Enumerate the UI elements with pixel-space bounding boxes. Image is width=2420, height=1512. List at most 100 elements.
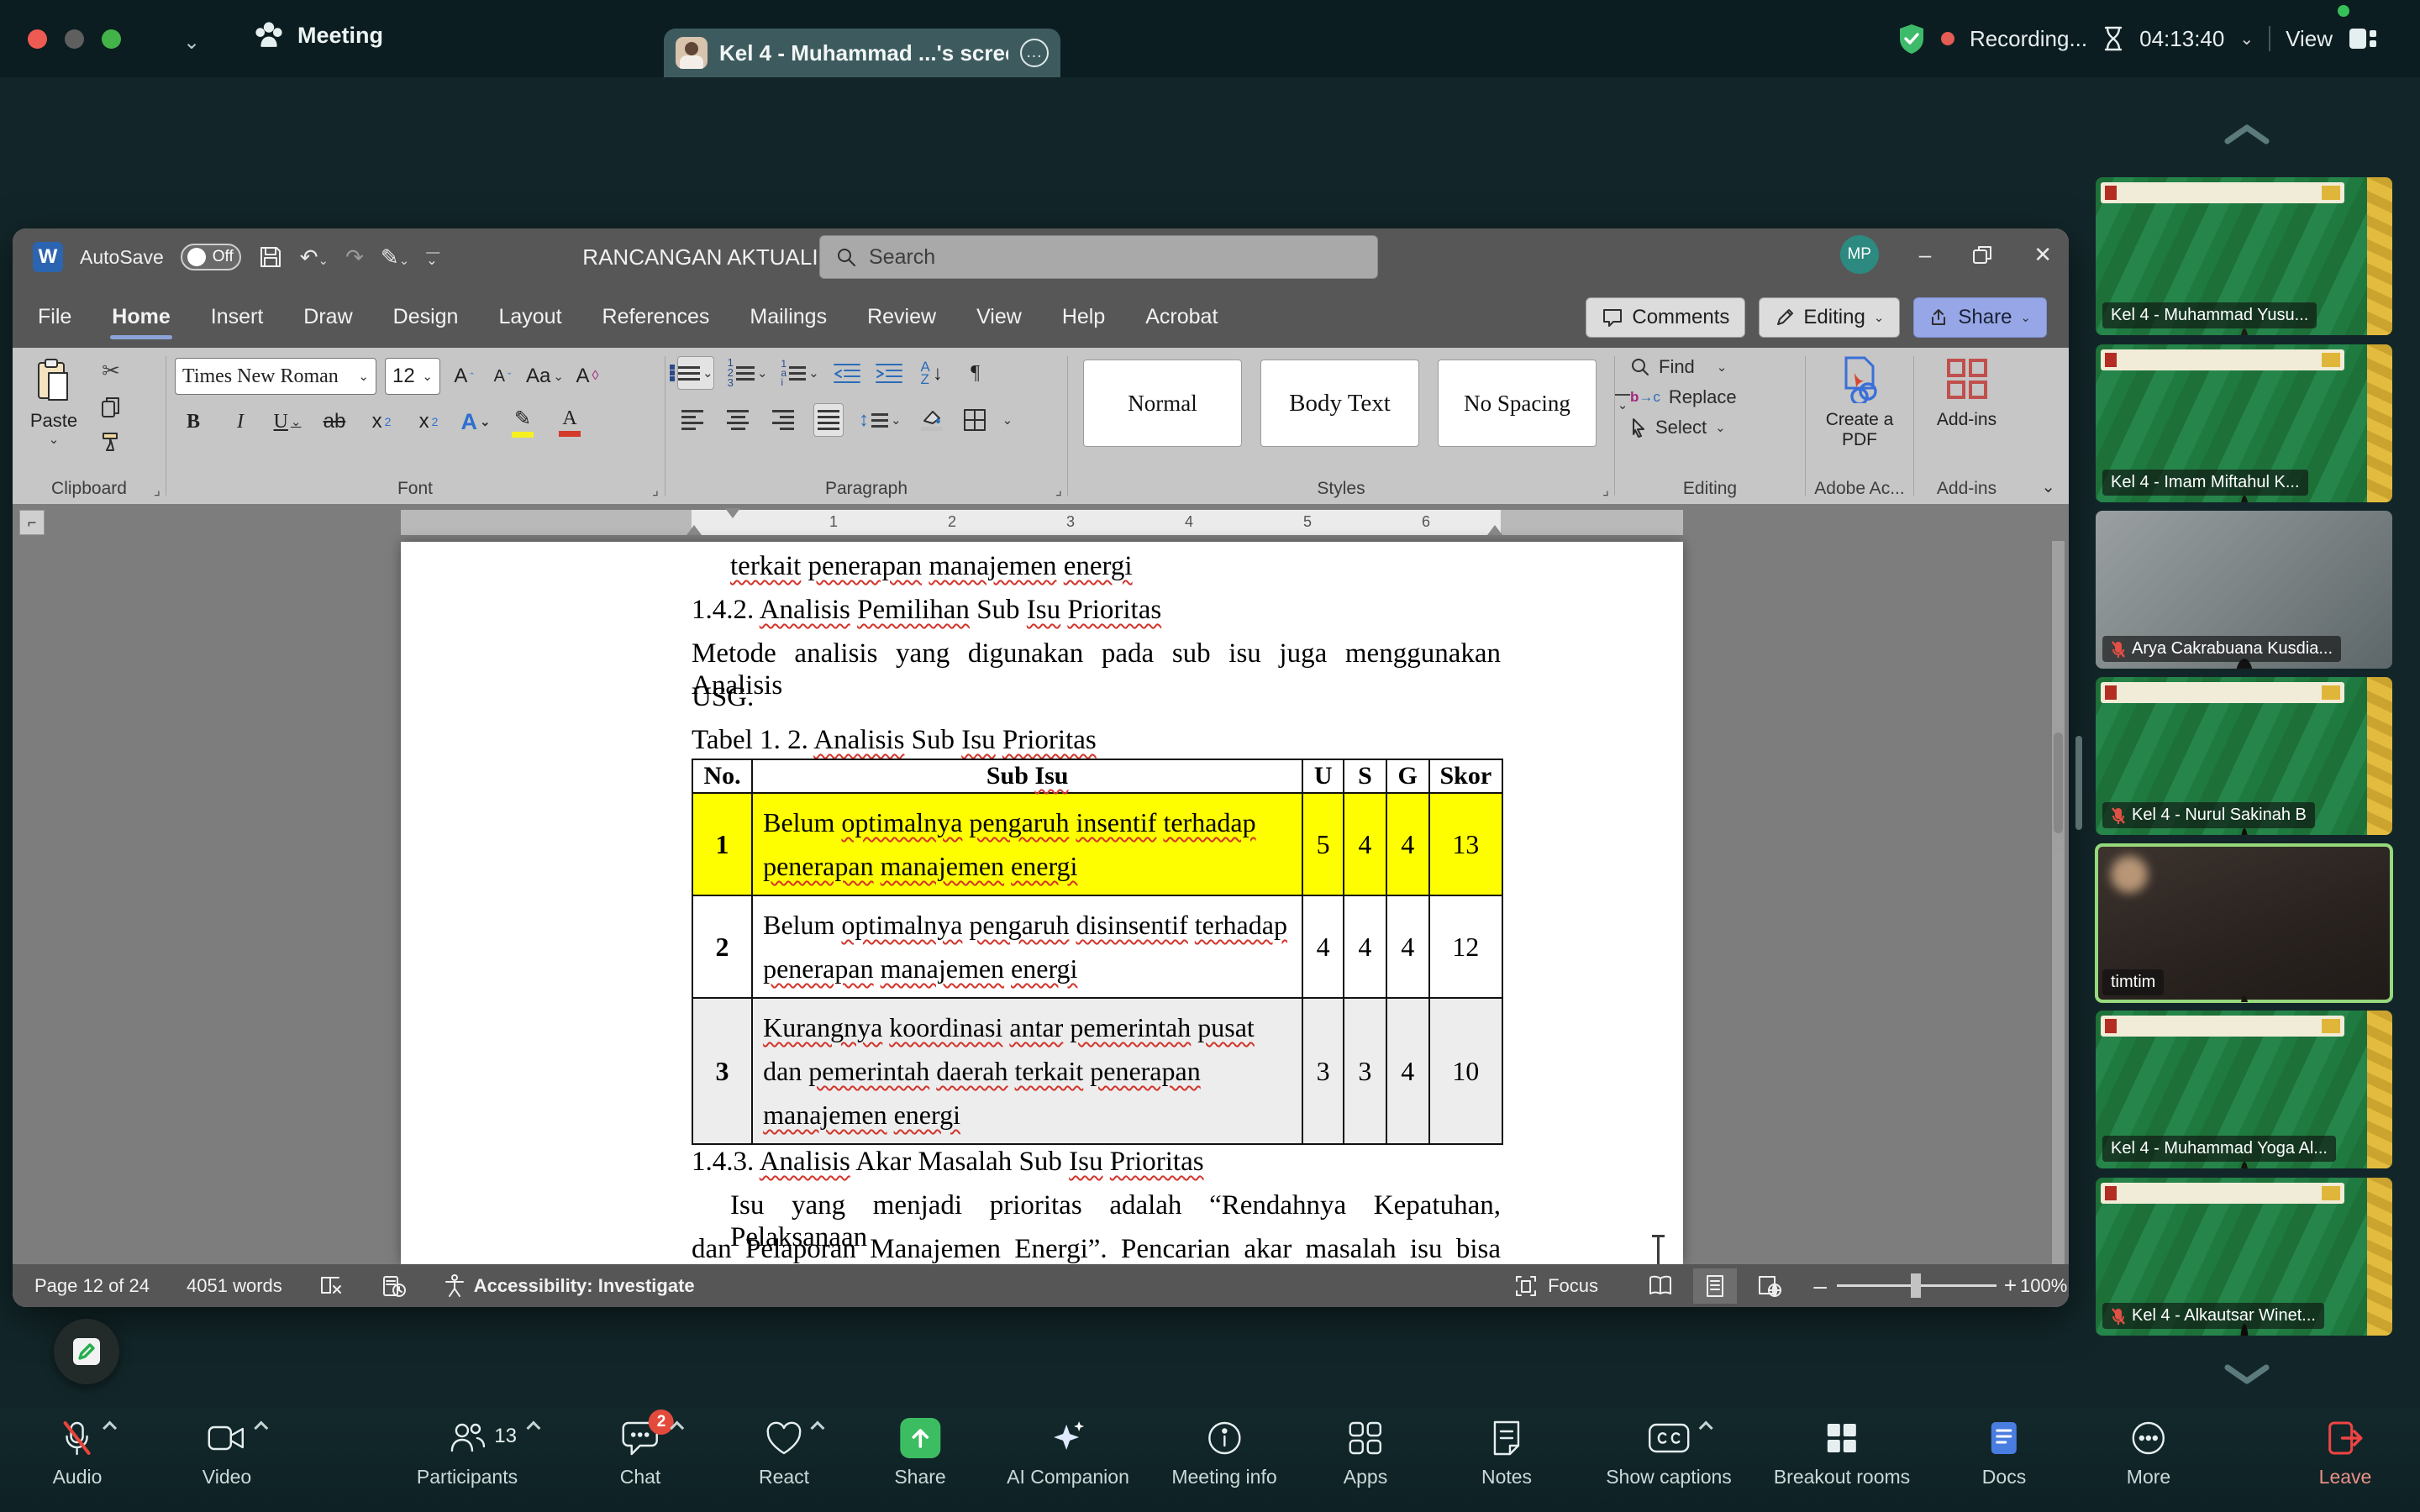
view-button-label[interactable]: View — [2286, 26, 2333, 52]
style-normal[interactable]: Normal — [1083, 360, 1242, 447]
find-button[interactable]: Find⌄ — [1630, 356, 1737, 378]
share-button[interactable]: Share⌄ — [1913, 297, 2047, 338]
close-window-light[interactable] — [28, 29, 47, 49]
pen-tools-button[interactable]: ✎⌄ — [381, 244, 409, 270]
superscript-button[interactable]: x2 — [413, 405, 444, 438]
tab-screen-share[interactable]: Kel 4 - Muhammad ...'s scree … — [664, 29, 1060, 77]
grow-font-button[interactable]: Aˆ — [449, 360, 479, 393]
chat-button[interactable]: 2 Chat — [620, 1418, 661, 1488]
font-name-combo[interactable]: Times New Roman⌄ — [175, 358, 376, 395]
accessibility-status[interactable]: Accessibility: Investigate — [444, 1274, 695, 1298]
tab-file[interactable]: File — [36, 298, 73, 336]
autosave-toggle[interactable]: Off — [181, 244, 241, 270]
scrollbar-thumb[interactable] — [2054, 732, 2063, 833]
tab-design[interactable]: Design — [392, 298, 460, 336]
tab-review[interactable]: Review — [865, 298, 938, 336]
search-box[interactable]: Search — [819, 235, 1378, 279]
text-effects-button[interactable]: A⌄ — [460, 405, 491, 438]
cut-icon[interactable]: ✂ — [102, 358, 120, 384]
increase-indent-button[interactable] — [875, 360, 903, 386]
clipboard-dialog-launcher[interactable]: ⌟ — [154, 482, 160, 499]
zoom-in-button[interactable]: + — [2004, 1273, 2017, 1299]
copy-icon[interactable] — [100, 396, 122, 419]
tab-view[interactable]: View — [975, 298, 1023, 336]
audio-button[interactable]: Audio — [53, 1418, 103, 1488]
scroll-up-icon[interactable] — [2223, 123, 2271, 146]
document-page[interactable]: terkait penerapan manajemen energi 1.4.2… — [401, 542, 1683, 1264]
tab-meeting[interactable]: Meeting — [252, 20, 383, 50]
create-pdf-button[interactable]: Create a PDF — [1806, 354, 1913, 450]
security-shield-icon[interactable] — [1897, 23, 1926, 55]
tab-home[interactable]: Home — [110, 298, 171, 336]
audio-chevron-icon[interactable] — [103, 1421, 118, 1436]
annotate-button[interactable] — [54, 1319, 119, 1384]
paste-button[interactable]: Paste ⌄ — [24, 358, 83, 447]
participant-tile[interactable]: Kel 4 - Alkautsar Winet... — [2096, 1178, 2392, 1336]
recording-label[interactable]: Recording... — [1970, 26, 2087, 52]
page-indicator[interactable]: Page 12 of 24 — [34, 1275, 150, 1297]
participant-tile[interactable]: Kel 4 - Muhammad Yusu... — [2096, 177, 2392, 335]
italic-button[interactable]: I — [225, 405, 255, 438]
strikethrough-button[interactable]: ab — [319, 405, 350, 438]
usg-table[interactable]: No. Sub Isu U S G Skor 1 Belum optimalny… — [692, 759, 1503, 1145]
font-color-button[interactable]: A — [555, 405, 585, 438]
editing-mode-button[interactable]: Editing⌄ — [1759, 297, 1900, 338]
borders-chevron-icon[interactable]: ⌄ — [1002, 412, 1013, 428]
align-left-button[interactable] — [677, 403, 708, 437]
tab-layout[interactable]: Layout — [497, 298, 563, 336]
apps-button[interactable]: Apps — [1344, 1418, 1387, 1488]
sort-button[interactable]: AZ↓ — [917, 356, 947, 390]
horizontal-ruler[interactable]: 1 2 3 4 5 6 — [401, 510, 1683, 535]
first-line-indent-marker[interactable] — [725, 508, 740, 518]
tab-acrobat[interactable]: Acrobat — [1144, 298, 1219, 336]
highlight-button[interactable]: ✎ — [508, 405, 538, 438]
right-indent-marker[interactable] — [1487, 525, 1502, 535]
zoom-percent[interactable]: 100% — [2020, 1275, 2065, 1297]
tab-draw[interactable]: Draw — [302, 298, 354, 336]
select-button[interactable]: Select⌄ — [1630, 417, 1737, 438]
borders-button[interactable] — [962, 407, 987, 433]
video-button[interactable]: Video — [203, 1418, 251, 1488]
notes-button[interactable]: Notes — [1481, 1418, 1532, 1488]
zoom-out-button[interactable]: – — [1813, 1273, 1827, 1299]
paragraph-dialog-launcher[interactable]: ⌟ — [1055, 482, 1062, 499]
tab-insert[interactable]: Insert — [209, 298, 266, 336]
zoom-slider-thumb[interactable] — [1911, 1273, 1921, 1298]
minimize-icon[interactable]: – — [1919, 242, 1931, 268]
minimize-window-light[interactable] — [65, 29, 84, 49]
participant-tile[interactable]: Kel 4 - Nurul Sakinah B — [2096, 677, 2392, 835]
participants-button[interactable]: 13 Participants — [417, 1418, 518, 1488]
scroll-down-icon[interactable] — [2223, 1362, 2271, 1386]
captions-chevron-icon[interactable] — [1699, 1421, 1713, 1436]
restore-icon[interactable] — [1971, 244, 1993, 265]
addins-button[interactable]: Add-ins — [1914, 356, 2019, 430]
word-count[interactable]: 4051 words — [187, 1275, 282, 1297]
docs-button[interactable]: Docs — [1982, 1418, 2026, 1488]
participants-chevron-icon[interactable] — [527, 1421, 541, 1436]
print-layout-button[interactable] — [1693, 1268, 1737, 1304]
zoom-slider[interactable] — [1837, 1284, 1996, 1287]
sidebar-scrollbar[interactable] — [2075, 736, 2082, 830]
save-icon[interactable] — [258, 244, 283, 270]
align-center-button[interactable] — [723, 403, 753, 437]
meeting-info-button[interactable]: Meeting info — [1171, 1418, 1276, 1488]
font-size-combo[interactable]: 12⌄ — [385, 358, 440, 395]
collapse-ribbon-icon[interactable]: ⌄ — [2041, 476, 2055, 497]
font-dialog-launcher[interactable]: ⌟ — [652, 482, 659, 499]
line-spacing-button[interactable]: ↕⌄ — [859, 403, 902, 437]
left-indent-marker[interactable] — [687, 525, 702, 535]
comments-button[interactable]: Comments — [1586, 297, 1745, 338]
undo-button[interactable]: ↶⌄ — [300, 244, 329, 270]
format-painter-icon[interactable] — [100, 431, 122, 453]
view-layout-icon[interactable] — [2348, 25, 2378, 52]
style-no-spacing[interactable]: No Spacing — [1438, 360, 1597, 447]
replace-button[interactable]: b→c Replace — [1630, 386, 1737, 408]
style-body-text[interactable]: Body Text — [1260, 360, 1419, 447]
tab-mailings[interactable]: Mailings — [748, 298, 829, 336]
read-mode-button[interactable] — [1639, 1268, 1682, 1304]
breakout-rooms-button[interactable]: Breakout rooms — [1774, 1418, 1910, 1488]
bullets-button[interactable]: ⌄ — [677, 356, 714, 390]
leave-button[interactable]: Leave — [2319, 1418, 2372, 1488]
focus-button[interactable]: Focus — [1514, 1274, 1598, 1298]
numbering-button[interactable]: 123 ⌄ — [728, 356, 768, 390]
